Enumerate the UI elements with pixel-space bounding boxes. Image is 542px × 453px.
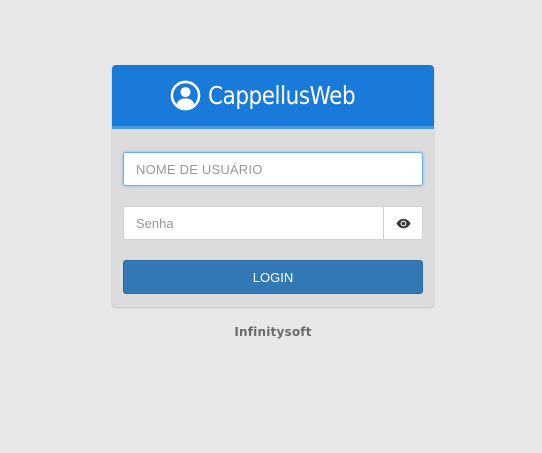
password-input[interactable] (123, 206, 383, 240)
username-input[interactable] (123, 152, 423, 186)
eye-icon (395, 218, 411, 228)
user-circle-icon (170, 80, 201, 111)
card-header: CappellusWeb (112, 65, 434, 129)
login-form: LOGIN (112, 129, 434, 294)
login-button[interactable]: LOGIN (123, 260, 423, 294)
toggle-password-button[interactable] (383, 206, 423, 240)
password-group (123, 206, 423, 240)
footer-brand: Infinitysoft (234, 325, 312, 339)
brand-title: CappellusWeb (208, 81, 356, 110)
login-card: CappellusWeb LOGIN (112, 65, 434, 307)
